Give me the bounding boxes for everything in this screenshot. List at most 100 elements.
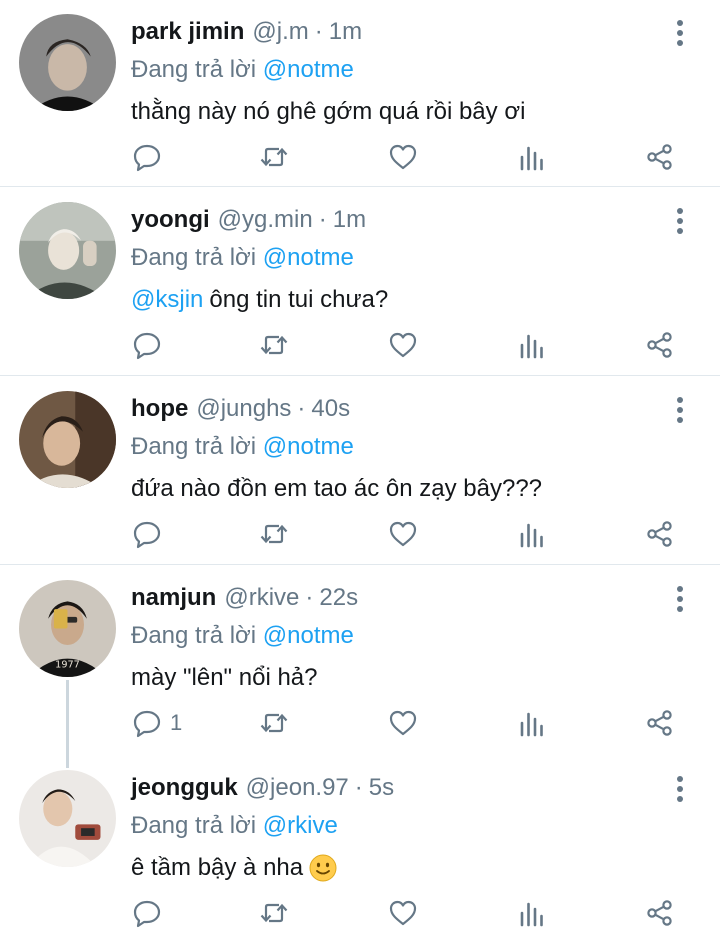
display-name[interactable]: yoongi: [131, 202, 210, 238]
reply-icon: [133, 521, 161, 549]
analytics-button[interactable]: [517, 517, 547, 551]
reply-prefix: Đang trả lời: [131, 433, 257, 460]
analytics-icon: [520, 523, 543, 548]
tweet-divider: [0, 564, 720, 565]
user-handle[interactable]: @rkive: [224, 580, 299, 616]
analytics-button[interactable]: [517, 706, 547, 740]
analytics-button[interactable]: [517, 896, 547, 930]
retweet-icon: [260, 524, 288, 544]
reply-to-mention[interactable]: @notme: [263, 56, 354, 83]
reply-icon: [133, 710, 161, 738]
share-icon: [647, 900, 672, 926]
more-vertical-icon[interactable]: [668, 206, 692, 236]
share-icon: [647, 521, 672, 547]
avatar[interactable]: [19, 770, 116, 867]
like-button[interactable]: [388, 706, 418, 740]
tweet-body: ê tầm bậy à nha: [131, 854, 304, 881]
retweet-button[interactable]: [259, 328, 289, 362]
analytics-button[interactable]: [517, 140, 547, 174]
timestamp[interactable]: 22s: [319, 580, 358, 616]
reply-to-mention[interactable]: @notme: [263, 622, 354, 649]
display-name[interactable]: namjun: [131, 580, 216, 616]
share-button[interactable]: [645, 706, 675, 740]
tweet-header: jeongguk @jeon.97 · 5s: [131, 770, 394, 806]
reply-to-mention[interactable]: @rkive: [263, 812, 338, 839]
heart-icon: [389, 332, 417, 358]
reply-prefix: Đang trả lời: [131, 812, 257, 839]
like-button[interactable]: [388, 328, 418, 362]
reply-icon: [133, 332, 161, 360]
reply-to-mention[interactable]: @notme: [263, 433, 354, 460]
analytics-icon: [520, 902, 543, 927]
reply-button[interactable]: [132, 140, 162, 174]
reply-icon: [133, 900, 161, 928]
share-button[interactable]: [645, 896, 675, 930]
avatar[interactable]: 1977: [19, 580, 116, 677]
share-button[interactable]: [645, 328, 675, 362]
tweet-actions: [0, 896, 720, 930]
retweet-icon: [260, 147, 288, 167]
separator: ·: [354, 774, 363, 801]
more-vertical-icon[interactable]: [668, 584, 692, 614]
reply-to-mention[interactable]: @notme: [263, 244, 354, 271]
reply-icon: [133, 144, 161, 172]
display-name[interactable]: jeongguk: [131, 770, 238, 806]
tweet-text: ê tầm bậy à nha: [131, 850, 337, 886]
user-handle[interactable]: @jeon.97: [246, 770, 349, 806]
share-button[interactable]: [645, 517, 675, 551]
tweet-header: namjun @rkive · 22s: [131, 580, 358, 616]
like-button[interactable]: [388, 896, 418, 930]
retweet-button[interactable]: [259, 896, 289, 930]
timestamp[interactable]: 5s: [369, 770, 394, 806]
tweet-text: mày "lên" nổi hả?: [131, 660, 317, 696]
avatar[interactable]: [19, 14, 116, 111]
retweet-icon: [260, 903, 288, 923]
display-name[interactable]: park jimin: [131, 14, 244, 50]
separator: ·: [318, 206, 327, 233]
user-handle[interactable]: @j.m: [252, 14, 308, 50]
tweet-actions: 1: [0, 706, 720, 740]
timestamp[interactable]: 1m: [329, 14, 362, 50]
reply-button[interactable]: 1: [132, 706, 182, 740]
tweet-text: @ksjin ông tin tui chưa?: [131, 282, 388, 318]
tweet-actions: [0, 328, 720, 362]
user-handle[interactable]: @junghs: [196, 391, 291, 427]
tweet-body: ông tin tui chưa?: [209, 286, 389, 313]
analytics-button[interactable]: [517, 328, 547, 362]
retweet-button[interactable]: [259, 517, 289, 551]
more-vertical-icon[interactable]: [668, 774, 692, 804]
tweet-divider: [0, 375, 720, 376]
inline-mention[interactable]: @ksjin: [131, 282, 203, 318]
avatar[interactable]: [19, 202, 116, 299]
retweet-icon: [260, 713, 288, 733]
avatar[interactable]: [19, 391, 116, 488]
replying-to: Đang trả lời @notme: [131, 52, 354, 88]
replying-to: Đang trả lời @notme: [131, 429, 354, 465]
reply-prefix: Đang trả lời: [131, 622, 257, 649]
more-vertical-icon[interactable]: [668, 395, 692, 425]
share-icon: [647, 332, 672, 358]
tweet-body: mày "lên" nổi hả?: [131, 664, 318, 691]
user-handle[interactable]: @yg.min: [218, 202, 313, 238]
retweet-button[interactable]: [259, 140, 289, 174]
heart-icon: [389, 710, 417, 736]
retweet-button[interactable]: [259, 706, 289, 740]
share-button[interactable]: [645, 140, 675, 174]
reply-button[interactable]: [132, 896, 162, 930]
like-button[interactable]: [388, 517, 418, 551]
tweet-body: đứa nào đồn em tao ác ôn zạy bây???: [131, 475, 543, 502]
more-vertical-icon[interactable]: [668, 18, 692, 48]
display-name[interactable]: hope: [131, 391, 188, 427]
like-button[interactable]: [388, 140, 418, 174]
reply-button[interactable]: [132, 328, 162, 362]
timestamp[interactable]: 40s: [311, 391, 350, 427]
separator: ·: [297, 395, 306, 422]
timestamp[interactable]: 1m: [333, 202, 366, 238]
reply-prefix: Đang trả lời: [131, 56, 257, 83]
separator: ·: [305, 584, 314, 611]
tweet-actions: [0, 140, 720, 174]
replying-to: Đang trả lời @rkive: [131, 808, 338, 844]
reply-button[interactable]: [132, 517, 162, 551]
slightly-smiling-face-emoji: [309, 854, 337, 882]
share-icon: [647, 144, 672, 170]
